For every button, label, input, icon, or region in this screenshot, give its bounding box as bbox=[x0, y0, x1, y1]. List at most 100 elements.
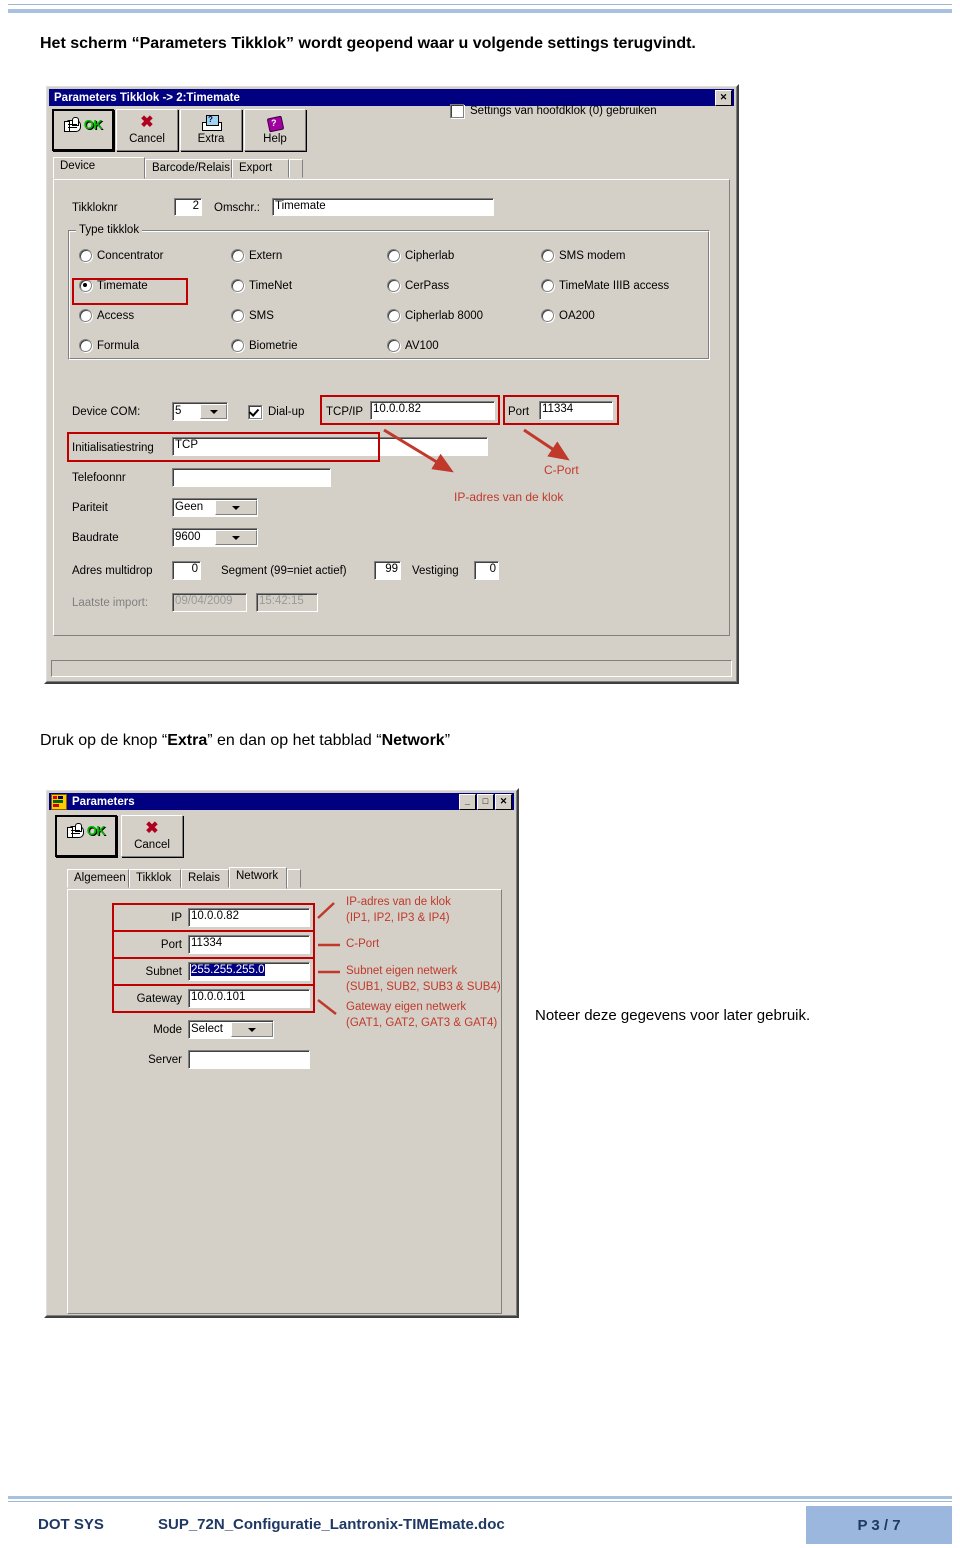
gateway-input[interactable]: 10.0.0.101 bbox=[188, 989, 310, 1008]
radio-extern-label: Extern bbox=[249, 249, 283, 262]
x-icon: ✖ bbox=[140, 114, 154, 131]
subnet-input[interactable]: 255.255.255.0 bbox=[188, 962, 310, 981]
master-settings-label: Settings van hoofdklok (0) gebruiken bbox=[470, 105, 657, 117]
cancel-button-label: Cancel bbox=[129, 133, 165, 145]
ok-button[interactable]: OK bbox=[55, 815, 117, 857]
tikkloknr-input[interactable]: 2 bbox=[174, 198, 202, 216]
port-input[interactable]: 11334 bbox=[539, 401, 613, 420]
header-rule-thin bbox=[8, 4, 952, 5]
radio-cipherlab-8000[interactable]: Cipherlab 8000 bbox=[387, 309, 483, 322]
omschr-label: Omschr.: bbox=[214, 202, 261, 214]
tab-export[interactable]: Export bbox=[232, 159, 289, 178]
footer-rule-thin bbox=[8, 1501, 952, 1502]
close-icon[interactable]: ✕ bbox=[715, 89, 732, 106]
radio-cipherlab[interactable]: Cipherlab bbox=[387, 249, 454, 262]
dialog2-network-page: IP 10.0.0.82 Port 11334 Subnet 255.255.2… bbox=[67, 889, 502, 1314]
server-label: Server bbox=[148, 1054, 182, 1066]
subnet-annotation-line2: (SUB1, SUB2, SUB3 & SUB4) bbox=[346, 981, 501, 993]
radio-timenet[interactable]: TimeNet bbox=[231, 279, 292, 292]
radio-av100[interactable]: AV100 bbox=[387, 339, 439, 352]
dialog1-title: Parameters Tikklok -> 2:Timemate bbox=[54, 91, 240, 104]
radio-concentrator-label: Concentrator bbox=[97, 249, 164, 262]
tab-algemeen-label: Algemeen bbox=[74, 872, 126, 884]
checkbox-box bbox=[248, 405, 262, 419]
radio-biometrie[interactable]: Biometrie bbox=[231, 339, 298, 352]
telefoonnr-input[interactable] bbox=[172, 468, 331, 487]
chevron-down-icon[interactable] bbox=[215, 500, 257, 515]
chevron-down-icon[interactable] bbox=[200, 404, 227, 419]
maximize-icon[interactable]: □ bbox=[477, 793, 494, 810]
tab-device[interactable]: Device bbox=[53, 157, 145, 179]
radio-cerpass[interactable]: CerPass bbox=[387, 279, 449, 292]
laatste-import-time: 15:42:15 bbox=[256, 593, 318, 612]
help-button-label: Help bbox=[263, 133, 287, 145]
radio-sms-label: SMS bbox=[249, 309, 274, 322]
dialup-checkbox[interactable]: Dial-up bbox=[248, 405, 304, 419]
init-input[interactable]: TCP bbox=[172, 437, 488, 456]
radio-access[interactable]: Access bbox=[79, 309, 134, 322]
tab-tikklok-label: Tikklok bbox=[136, 872, 172, 884]
dialog1-toolbar: OK ✖ Cancel ? Extra ? Help Settings van … bbox=[49, 104, 734, 153]
ok-button[interactable]: OK bbox=[52, 109, 114, 151]
ok-button-label: OK bbox=[86, 822, 106, 838]
pariteit-select[interactable]: Geen bbox=[172, 498, 258, 517]
parameters-tikklok-window: Parameters Tikklok -> 2:Timemate ✕ OK ✖ bbox=[44, 84, 739, 684]
extra-button[interactable]: ? Extra bbox=[180, 109, 242, 151]
x-icon: ✖ bbox=[145, 820, 159, 837]
minimize-icon[interactable]: _ bbox=[459, 793, 476, 810]
master-settings-checkbox[interactable]: Settings van hoofdklok (0) gebruiken bbox=[450, 104, 657, 118]
ip-input[interactable]: 10.0.0.82 bbox=[188, 908, 310, 927]
radio-formula[interactable]: Formula bbox=[79, 339, 139, 352]
port-input[interactable]: 11334 bbox=[188, 935, 310, 954]
dialog2-annotation-lines bbox=[317, 902, 340, 1015]
tab-algemeen[interactable]: Algemeen bbox=[67, 869, 129, 888]
radio-timemate[interactable]: Timemate bbox=[79, 279, 148, 292]
baudrate-select[interactable]: 9600 bbox=[172, 528, 258, 547]
radio-dot bbox=[541, 279, 554, 292]
cancel-button[interactable]: ✖ Cancel bbox=[121, 815, 183, 857]
device-com-value: 5 bbox=[175, 405, 182, 417]
radio-concentrator[interactable]: Concentrator bbox=[79, 249, 163, 262]
tab-barcode-relais[interactable]: Barcode/Relais bbox=[145, 159, 232, 178]
chevron-down-icon[interactable] bbox=[231, 1022, 273, 1037]
gateway-annotation-line2: (GAT1, GAT2, GAT3 & GAT4) bbox=[346, 1017, 498, 1029]
pariteit-label: Pariteit bbox=[72, 502, 108, 514]
radio-timemate-iiib[interactable]: TimeMate IIIB access bbox=[541, 279, 669, 292]
window-inner-frame: Parameters _ □ ✕ OK ✖ Cancel Algemeen Ti… bbox=[46, 790, 517, 1316]
segment-input[interactable]: 99 bbox=[374, 561, 401, 580]
omschr-input[interactable]: Timemate bbox=[272, 198, 494, 216]
device-com-select[interactable]: 5 bbox=[172, 402, 228, 421]
chevron-down-icon[interactable] bbox=[215, 530, 257, 545]
mid-text-part2: ” en dan op het tabblad “ bbox=[207, 732, 382, 749]
tcpip-input[interactable]: 10.0.0.82 bbox=[370, 401, 495, 420]
cancel-button-label: Cancel bbox=[134, 839, 170, 851]
mode-select[interactable]: Select bbox=[188, 1020, 274, 1039]
pariteit-value: Geen bbox=[175, 501, 204, 513]
page-footer: DOT SYS SUP_72N_Configuratie_Lantronix-T… bbox=[0, 1492, 960, 1548]
mode-label: Mode bbox=[153, 1024, 182, 1036]
tikkloknr-label: Tikkloknr bbox=[72, 202, 118, 214]
radio-sms-modem-label: SMS modem bbox=[559, 249, 626, 262]
cport-annotation: C-Port bbox=[544, 463, 579, 477]
help-button[interactable]: ? Help bbox=[244, 109, 306, 151]
radio-oa200[interactable]: OA200 bbox=[541, 309, 595, 322]
cancel-button[interactable]: ✖ Cancel bbox=[116, 109, 178, 151]
ok-button-label: OK bbox=[83, 116, 103, 132]
vestiging-input[interactable]: 0 bbox=[474, 561, 499, 580]
radio-dot bbox=[231, 309, 244, 322]
radio-extern[interactable]: Extern bbox=[231, 249, 282, 262]
tab-relais[interactable]: Relais bbox=[181, 869, 229, 888]
mid-text-network: Network bbox=[381, 732, 445, 749]
radio-sms-modem[interactable]: SMS modem bbox=[541, 249, 625, 262]
footer-rule-thick bbox=[8, 1496, 952, 1499]
radio-sms[interactable]: SMS bbox=[231, 309, 274, 322]
close-icon[interactable]: ✕ bbox=[495, 793, 512, 810]
type-tikklok-group: Type tikklok Concentrator Timemate Acces… bbox=[68, 224, 710, 360]
tab-network[interactable]: Network bbox=[229, 867, 287, 889]
server-input[interactable] bbox=[188, 1050, 310, 1069]
baudrate-value: 9600 bbox=[175, 531, 201, 543]
adres-multidrop-input[interactable]: 0 bbox=[172, 561, 201, 580]
tab-tikklok[interactable]: Tikklok bbox=[129, 869, 181, 888]
radio-biometrie-label: Biometrie bbox=[249, 339, 298, 352]
app-icon bbox=[51, 793, 67, 810]
